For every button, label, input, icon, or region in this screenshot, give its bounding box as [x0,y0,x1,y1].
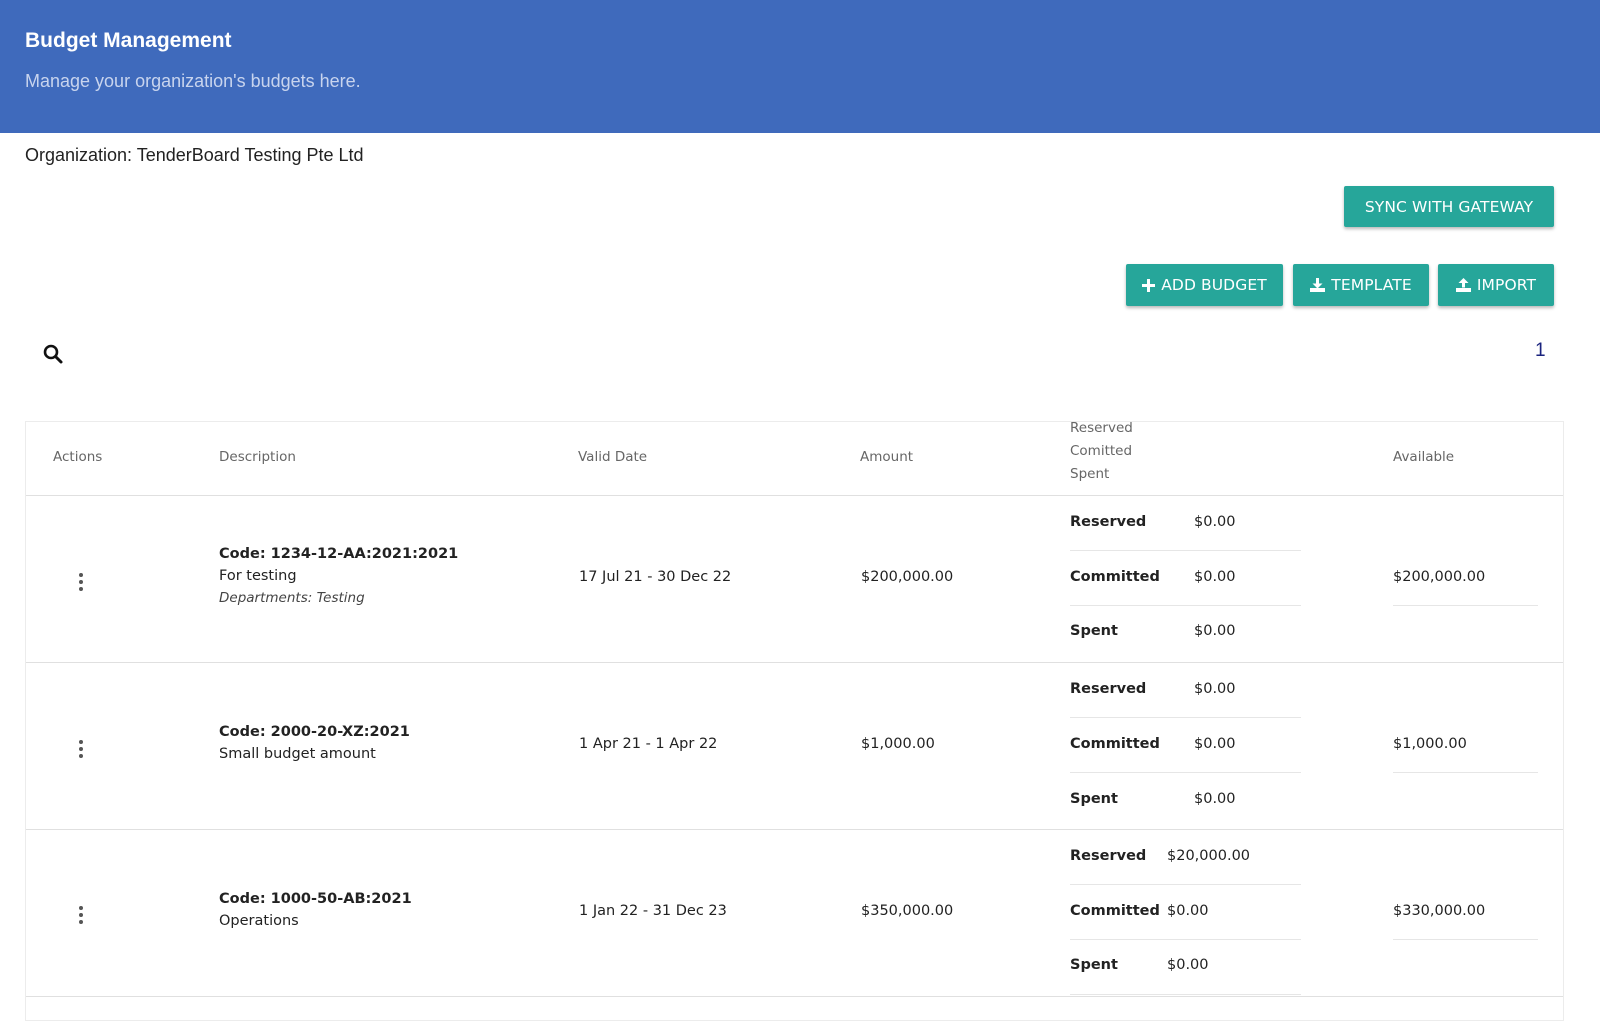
stat-divider [1070,994,1301,995]
committed-label: Committed [1070,569,1160,585]
row-divider [26,829,1563,830]
pagination-page-1[interactable]: 1 [1535,340,1546,362]
row-amount: $350,000.00 [861,903,954,919]
budget-table: Actions Description Valid Date Amount Re… [25,420,1564,1021]
row-code: Code: 2000-20-XZ:2021 [219,724,410,740]
upload-icon [1455,278,1471,292]
spent-value: $0.00 [1194,791,1236,807]
spent-label: Spent [1070,957,1118,973]
column-header-spent: Spent [1070,466,1110,482]
spent-value: $0.00 [1194,623,1236,639]
page-header: Budget Management Manage your organizati… [0,0,1600,133]
stat-divider [1070,605,1301,606]
spent-value: $0.00 [1167,957,1209,973]
reserved-label: Reserved [1070,848,1147,864]
template-label: TEMPLATE [1331,276,1412,294]
committed-label: Committed [1070,736,1160,752]
spent-label: Spent [1070,623,1118,639]
column-header-description: Description [219,449,296,465]
search-icon[interactable] [41,342,65,366]
page-subtitle: Manage your organization's budgets here. [25,71,361,91]
row-available: $330,000.00 [1393,903,1486,919]
reserved-label: Reserved [1070,681,1147,697]
reserved-label: Reserved [1070,514,1147,530]
stat-divider [1070,550,1301,551]
row-departments: Departments: Testing [219,590,365,606]
plus-icon [1142,278,1156,292]
row-valid-date: 1 Jan 22 - 31 Dec 23 [579,903,727,919]
download-icon [1310,278,1326,292]
sync-button-label: SYNC WITH GATEWAY [1364,197,1534,216]
column-header-status: Reserved Comitted Spent [1070,417,1133,486]
available-divider [1393,605,1538,606]
available-divider [1393,939,1538,940]
row-description: Code: 1234-12-AA:2021:2021 For testing D… [219,546,458,606]
stat-divider [1070,884,1301,885]
row-actions-menu-icon[interactable] [71,902,91,928]
add-budget-label: ADD BUDGET [1161,276,1267,294]
sync-with-gateway-button[interactable]: SYNC WITH GATEWAY [1344,186,1554,227]
row-actions-menu-icon[interactable] [71,736,91,762]
row-amount: $1,000.00 [861,736,935,752]
row-description-text: Operations [219,913,299,929]
available-divider [1393,772,1538,773]
column-header-committed: Comitted [1070,443,1133,459]
header-divider [26,495,1563,496]
stat-divider [1070,717,1301,718]
row-divider [26,996,1563,997]
row-actions-menu-icon[interactable] [71,569,91,595]
organization-label: Organization: TenderBoard Testing Pte Lt… [25,145,364,165]
template-download-button[interactable]: TEMPLATE [1293,264,1429,306]
row-code: Code: 1234-12-AA:2021:2021 [219,546,459,562]
reserved-value: $0.00 [1194,514,1236,530]
committed-value: $0.00 [1167,903,1209,919]
row-available: $200,000.00 [1393,569,1486,585]
row-valid-date: 17 Jul 21 - 30 Dec 22 [579,569,732,585]
row-available: $1,000.00 [1393,736,1467,752]
row-code: Code: 1000-50-AB:2021 [219,891,412,907]
row-amount: $200,000.00 [861,569,954,585]
column-header-reserved: Reserved [1070,420,1133,436]
column-header-amount: Amount [860,449,914,465]
row-description-text: For testing [219,568,297,584]
spent-label: Spent [1070,791,1118,807]
column-header-valid-date: Valid Date [578,449,648,465]
add-budget-button[interactable]: ADD BUDGET [1126,264,1283,306]
page-title: Budget Management [25,29,232,52]
committed-label: Committed [1070,903,1160,919]
row-description: Code: 1000-50-AB:2021 Operations [219,891,412,929]
row-description-text: Small budget amount [219,746,376,762]
stat-divider [1070,772,1301,773]
row-description: Code: 2000-20-XZ:2021 Small budget amoun… [219,724,410,762]
row-valid-date: 1 Apr 21 - 1 Apr 22 [579,736,718,752]
import-button[interactable]: IMPORT [1438,264,1554,306]
reserved-value: $20,000.00 [1167,848,1251,864]
committed-value: $0.00 [1194,569,1236,585]
stat-divider [1070,939,1301,940]
column-header-actions: Actions [53,449,103,465]
import-label: IMPORT [1476,276,1537,294]
reserved-value: $0.00 [1194,681,1236,697]
committed-value: $0.00 [1194,736,1236,752]
column-header-available: Available [1393,449,1455,465]
row-divider [26,662,1563,663]
